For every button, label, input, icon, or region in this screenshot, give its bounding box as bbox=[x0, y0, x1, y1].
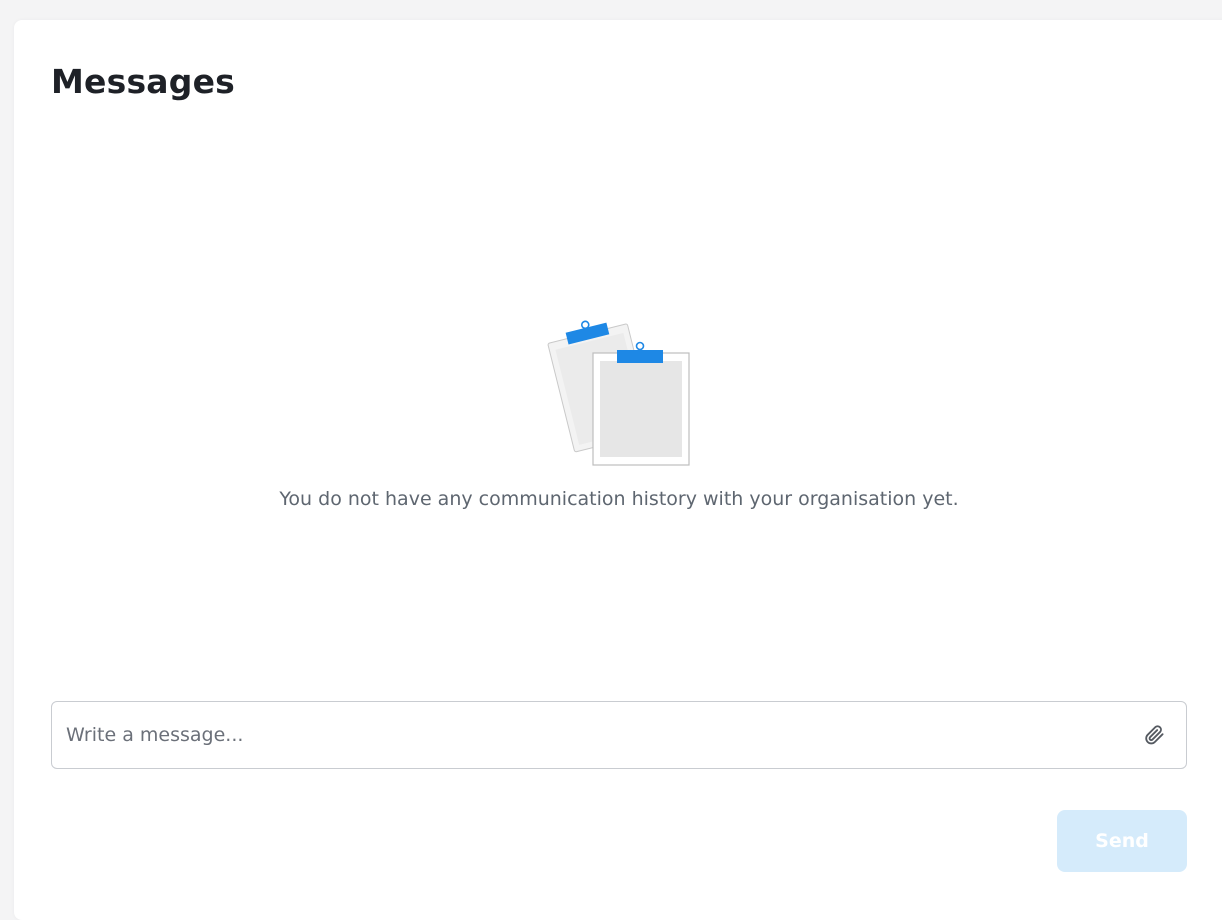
messages-card: Messages You do not have any communicati… bbox=[14, 20, 1222, 920]
message-composer bbox=[51, 701, 1187, 769]
page-title: Messages bbox=[51, 62, 236, 101]
attach-button[interactable] bbox=[1142, 723, 1166, 747]
clipboards-icon bbox=[547, 320, 690, 466]
empty-state-message: You do not have any communication histor… bbox=[279, 488, 959, 510]
paperclip-icon bbox=[1145, 725, 1164, 745]
empty-state: You do not have any communication histor… bbox=[14, 320, 1222, 510]
message-input[interactable] bbox=[66, 702, 1126, 768]
send-button[interactable]: Send bbox=[1057, 810, 1187, 872]
